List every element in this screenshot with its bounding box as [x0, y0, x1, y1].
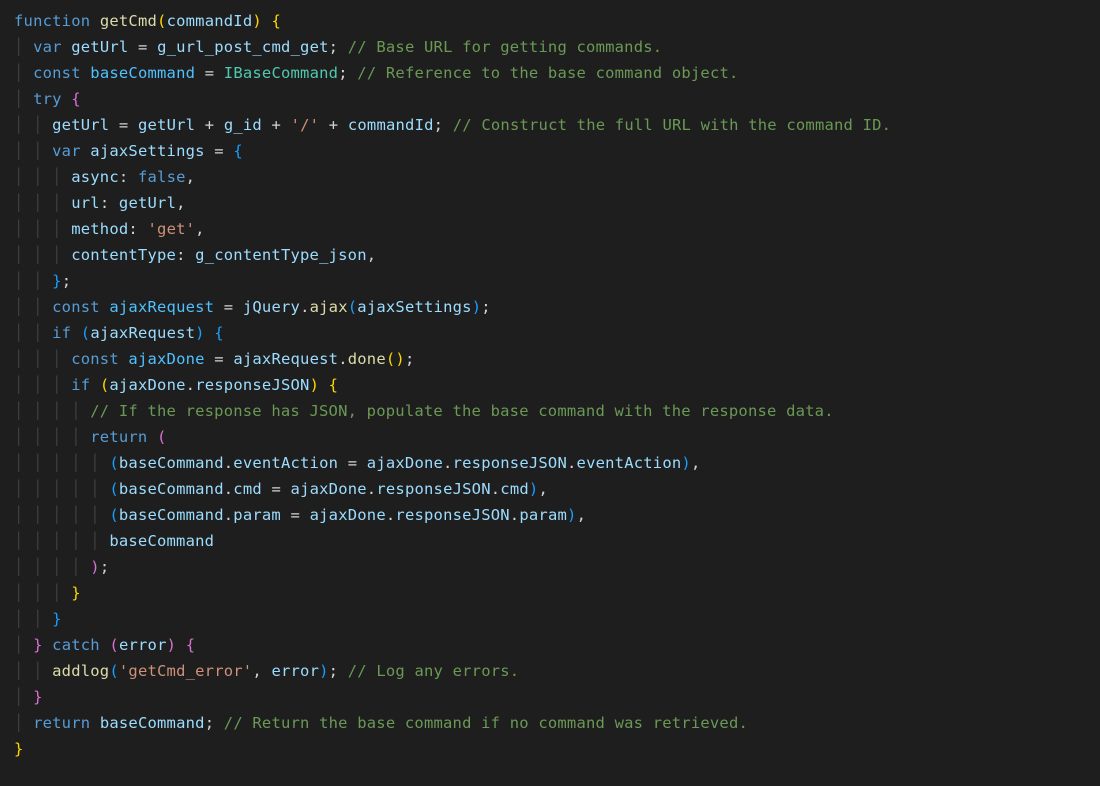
code-line: │ │ │ │ return ( [14, 428, 167, 446]
code-line: │ │ │ │ │ (baseCommand.cmd = ajaxDone.re… [14, 480, 548, 498]
code-line: function getCmd(commandId) { [14, 12, 281, 30]
code-line: │ │ │ │ │ (baseCommand.param = ajaxDone.… [14, 506, 586, 524]
code-line: │ │ │ │ // If the response has JSON, pop… [14, 402, 834, 420]
code-line: │ │ │ url: getUrl, [14, 194, 186, 212]
code-line: } [14, 740, 24, 758]
code-line: │ var getUrl = g_url_post_cmd_get; // Ba… [14, 38, 662, 56]
code-line: │ │ const ajaxRequest = jQuery.ajax(ajax… [14, 298, 491, 316]
code-line: │ } [14, 688, 43, 706]
code-line: │ │ getUrl = getUrl + g_id + '/' + comma… [14, 116, 891, 134]
code-line: │ │ } [14, 610, 62, 628]
code-line: │ │ var ajaxSettings = { [14, 142, 243, 160]
code-line: │ │ }; [14, 272, 71, 290]
code-line: │ } catch (error) { [14, 636, 195, 654]
code-line: │ try { [14, 90, 81, 108]
code-block: function getCmd(commandId) { │ var getUr… [0, 0, 1100, 770]
code-line: │ │ │ const ajaxDone = ajaxRequest.done(… [14, 350, 415, 368]
code-line: │ │ │ │ ); [14, 558, 109, 576]
code-line: │ │ │ method: 'get', [14, 220, 205, 238]
code-line: │ const baseCommand = IBaseCommand; // R… [14, 64, 739, 82]
code-line: │ │ │ contentType: g_contentType_json, [14, 246, 376, 264]
code-line: │ │ addlog('getCmd_error', error); // Lo… [14, 662, 519, 680]
code-line: │ │ │ if (ajaxDone.responseJSON) { [14, 376, 338, 394]
code-line: │ │ │ async: false, [14, 168, 195, 186]
code-line: │ │ │ │ │ (baseCommand.eventAction = aja… [14, 454, 700, 472]
code-line: │ │ │ } [14, 584, 81, 602]
code-line: │ return baseCommand; // Return the base… [14, 714, 748, 732]
code-line: │ │ │ │ │ baseCommand [14, 532, 214, 550]
code-line: │ │ if (ajaxRequest) { [14, 324, 224, 342]
